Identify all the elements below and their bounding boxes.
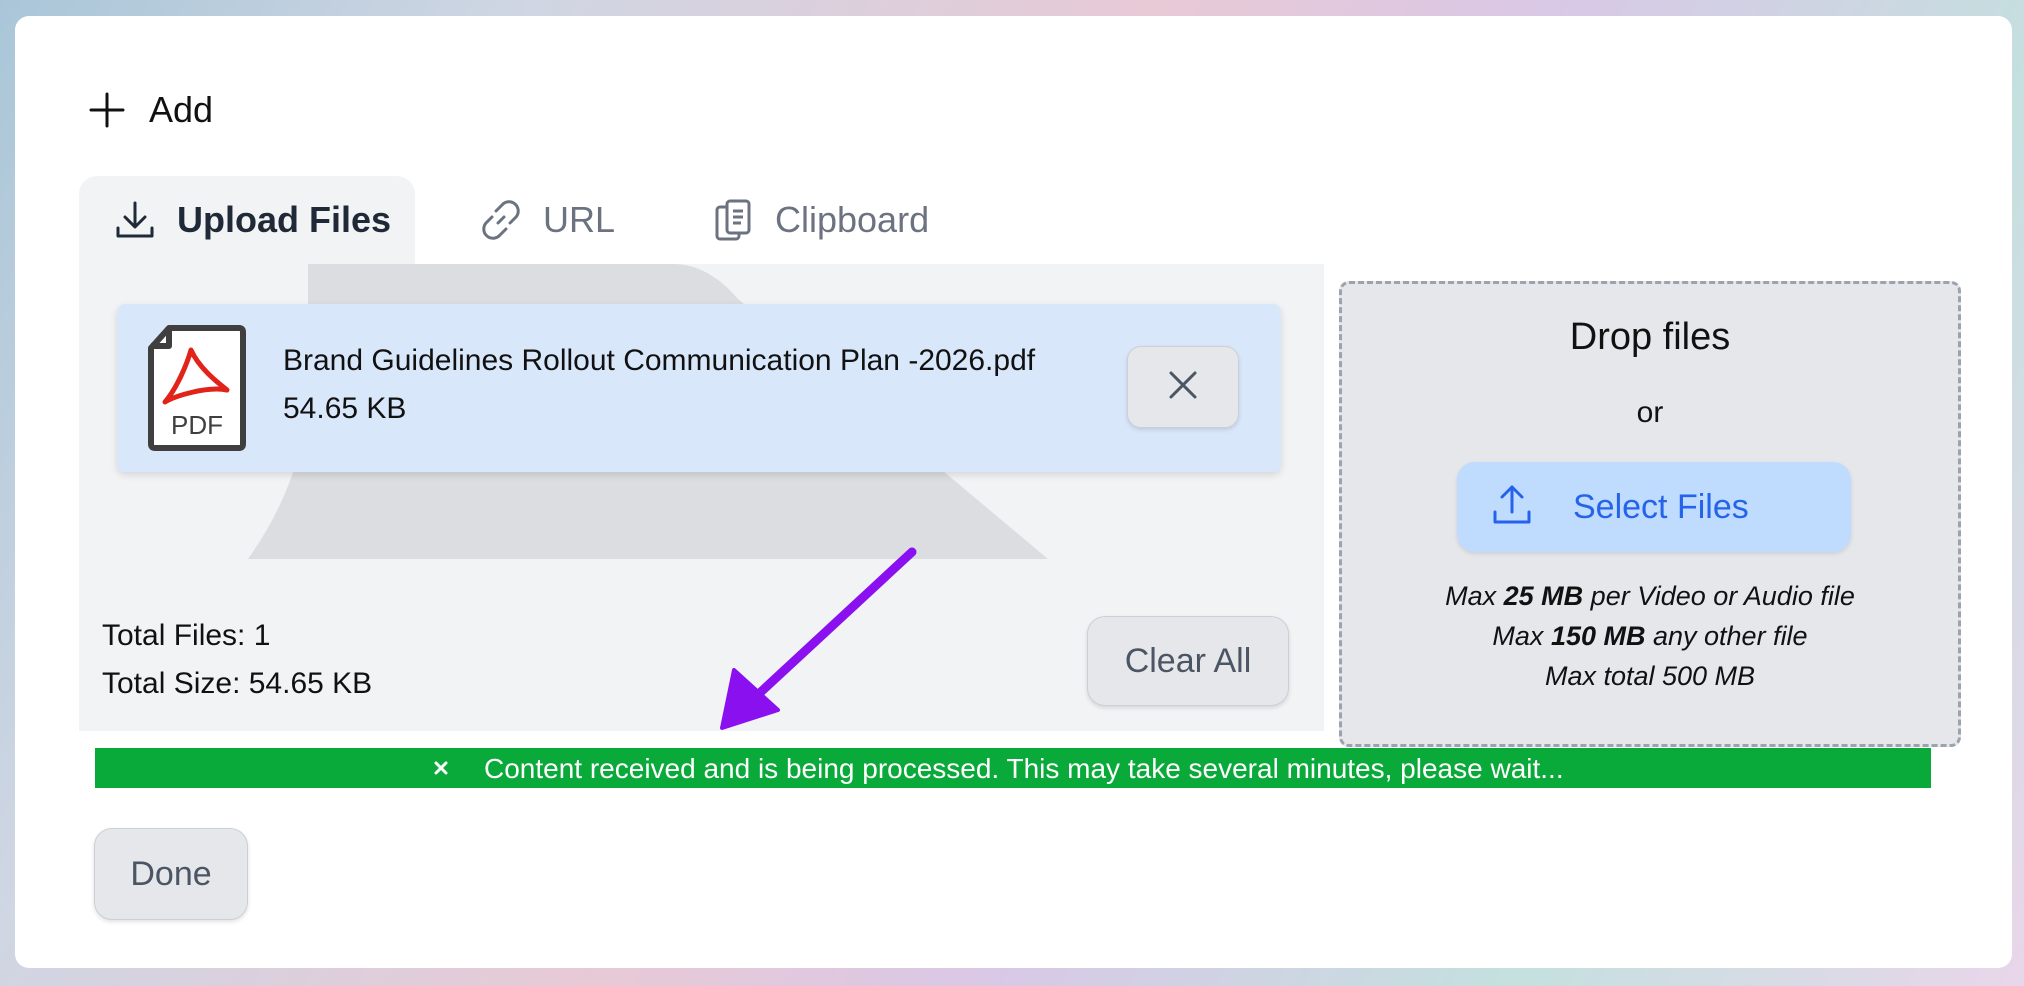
limit-total: Max total 500 MB: [1544, 661, 1756, 691]
upload-limits: Max 25 MB per Video or Audio file Max 15…: [1342, 576, 1958, 696]
close-icon: [1167, 369, 1199, 406]
select-files-button[interactable]: Select Files: [1457, 462, 1851, 552]
file-name: Brand Guidelines Rollout Communication P…: [283, 344, 1036, 377]
add-content-dialog: Add Upload Files URL Clipboard PDF Brand…: [15, 16, 2012, 968]
tab-clipboard[interactable]: Clipboard: [707, 176, 929, 264]
file-totals: Total Files: 1 Total Size: 54.65 KB: [102, 612, 372, 708]
tab-label: Upload Files: [177, 199, 392, 240]
tab-url[interactable]: URL: [475, 176, 615, 264]
remove-file-button[interactable]: [1127, 346, 1239, 428]
close-icon[interactable]: [429, 756, 453, 780]
drop-zone[interactable]: Drop files or Select Files Max 25 MB per…: [1339, 281, 1961, 747]
link-icon: [475, 194, 527, 246]
tab-label: Clipboard: [775, 199, 930, 240]
total-size: Total Size: 54.65 KB: [102, 667, 373, 700]
clipboard-icon: [707, 194, 759, 246]
plus-icon: [83, 86, 131, 134]
select-files-label: Select Files: [1573, 487, 1749, 526]
download-icon: [109, 194, 161, 246]
done-button[interactable]: Done: [94, 828, 248, 920]
file-item: PDF Brand Guidelines Rollout Communicati…: [117, 304, 1281, 472]
tab-label: URL: [543, 199, 616, 240]
status-message: Content received and is being processed.…: [484, 753, 1564, 784]
annotation-arrow-icon: [720, 547, 917, 730]
svg-text:PDF: PDF: [171, 410, 223, 440]
drop-title: Drop files: [1569, 316, 1731, 358]
upload-icon: [1489, 482, 1535, 533]
drop-or: or: [1636, 396, 1664, 429]
file-size: 54.65 KB: [283, 392, 407, 425]
add-header: Add: [83, 86, 213, 134]
limit-video-audio: Max 25 MB per Video or Audio file: [1445, 581, 1855, 611]
clear-all-button[interactable]: Clear All: [1087, 616, 1289, 706]
limit-other: Max 150 MB any other file: [1492, 621, 1808, 651]
add-label: Add: [149, 89, 214, 130]
tab-upload-files[interactable]: Upload Files: [79, 176, 415, 264]
status-banner: Content received and is being processed.…: [95, 748, 1931, 788]
pdf-icon: PDF: [148, 325, 246, 451]
total-files: Total Files: 1: [102, 619, 271, 652]
